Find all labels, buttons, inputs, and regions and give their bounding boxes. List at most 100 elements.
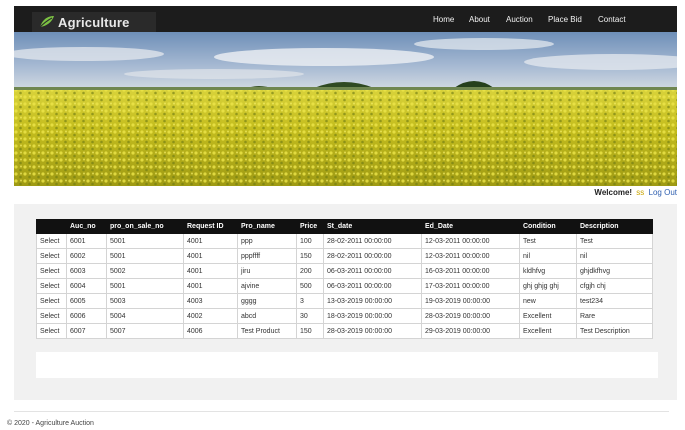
table-cell: 06-03-2011 00:00:00 <box>323 278 422 294</box>
table-cell: 6005 <box>66 293 107 309</box>
table-cell: 16-03-2011 00:00:00 <box>421 263 520 279</box>
table-cell: pppffff <box>237 248 297 264</box>
table-cell: 100 <box>296 233 324 249</box>
nav-place-bid[interactable]: Place Bid <box>548 15 582 24</box>
select-link[interactable]: Select <box>36 233 67 249</box>
select-link[interactable]: Select <box>36 278 67 294</box>
table-cell: 6001 <box>66 233 107 249</box>
nav-about[interactable]: About <box>469 15 490 24</box>
user-welcome: Welcome! ss Log Out <box>594 188 677 197</box>
nav-home[interactable]: Home <box>433 15 454 24</box>
table-cell: 5002 <box>106 263 184 279</box>
select-link[interactable]: Select <box>36 323 67 339</box>
leaf-icon <box>38 16 54 29</box>
select-link[interactable]: Select <box>36 308 67 324</box>
table-cell: 150 <box>296 323 324 339</box>
hero-banner <box>14 32 677 186</box>
table-cell: 5003 <box>106 293 184 309</box>
grid-footer-box <box>36 352 658 378</box>
table-row: Select 6002 5001 4001 pppffff 150 28-02-2011 0… <box>36 248 653 264</box>
table-cell: gggg <box>237 293 297 309</box>
table-cell: 28-02-2011 00:00:00 <box>323 233 422 249</box>
table-cell: Test <box>576 233 653 249</box>
rapeseed-field-image <box>14 32 677 186</box>
table-row: Select 6007 5007 4006 Test Product 150 28-03-2… <box>36 323 653 339</box>
table-cell: 17-03-2011 00:00:00 <box>421 278 520 294</box>
select-link[interactable]: Select <box>36 263 67 279</box>
table-cell: 4003 <box>183 293 238 309</box>
table-body: Select 6001 5001 4001 ppp 100 28-02-2011 00:00… <box>36 233 653 339</box>
table-cell: 4001 <box>183 263 238 279</box>
column-header: Auc_no <box>66 219 107 234</box>
table-cell: 5004 <box>106 308 184 324</box>
table-cell: Rare <box>576 308 653 324</box>
table-cell: 150 <box>296 248 324 264</box>
table-row: Select 6001 5001 4001 ppp 100 28-02-2011 00:00… <box>36 233 653 249</box>
table-cell: abcd <box>237 308 297 324</box>
table-cell: 500 <box>296 278 324 294</box>
column-header: Request ID <box>183 219 238 234</box>
username: ss <box>636 188 645 197</box>
table-cell: 5001 <box>106 233 184 249</box>
table-cell: Test <box>519 233 577 249</box>
table-cell: 3 <box>296 293 324 309</box>
table-cell: 28-03-2019 00:00:00 <box>323 323 422 339</box>
table-cell: nil <box>519 248 577 264</box>
table-cell: 6006 <box>66 308 107 324</box>
table-cell: 5001 <box>106 248 184 264</box>
logout-link[interactable]: Log Out <box>649 188 677 197</box>
table-row: Select 6005 5003 4003 gggg 3 13-03-2019 00:00:… <box>36 293 653 309</box>
table-cell: 6004 <box>66 278 107 294</box>
table-header-row: Auc_no pro_on_sale_no Request ID Pro_name Pr… <box>36 219 653 234</box>
table-cell: jiru <box>237 263 297 279</box>
column-header: Ed_Date <box>421 219 520 234</box>
nav-contact[interactable]: Contact <box>598 15 626 24</box>
table-cell: ppp <box>237 233 297 249</box>
table-cell: 4001 <box>183 233 238 249</box>
auction-table: Auc_no pro_on_sale_no Request ID Pro_name Pr… <box>36 219 653 339</box>
table-cell: Excellent <box>519 323 577 339</box>
column-header <box>36 219 67 234</box>
table-cell: 6002 <box>66 248 107 264</box>
column-header: Pro_name <box>237 219 297 234</box>
table-cell: 13-03-2019 00:00:00 <box>323 293 422 309</box>
brand-logo[interactable]: Agriculture <box>32 12 156 32</box>
table-cell: test234 <box>576 293 653 309</box>
table-cell: 18-03-2019 00:00:00 <box>323 308 422 324</box>
column-header: Condition <box>519 219 577 234</box>
table-cell: ajvine <box>237 278 297 294</box>
table-cell: 6003 <box>66 263 107 279</box>
table-cell: 4002 <box>183 308 238 324</box>
table-row: Select 6004 5001 4001 ajvine 500 06-03-2011 00… <box>36 278 653 294</box>
table-cell: 06-03-2011 00:00:00 <box>323 263 422 279</box>
table-cell: ghjdkfhvg <box>576 263 653 279</box>
welcome-label: Welcome! <box>594 188 633 197</box>
table-cell: kldhfvg <box>519 263 577 279</box>
auction-panel: Auc_no pro_on_sale_no Request ID Pro_name Pr… <box>14 204 677 400</box>
table-row: Select 6003 5002 4001 jiru 200 06-03-2011 00:0… <box>36 263 653 279</box>
table-cell: 19-03-2019 00:00:00 <box>421 293 520 309</box>
table-cell: 28-02-2011 00:00:00 <box>323 248 422 264</box>
brand-name: Agriculture <box>58 14 130 30</box>
table-cell: 12-03-2011 00:00:00 <box>421 248 520 264</box>
column-header: Description <box>576 219 653 234</box>
table-row: Select 6006 5004 4002 abcd 30 18-03-2019 00:00… <box>36 308 653 324</box>
table-cell: 28-03-2019 00:00:00 <box>421 308 520 324</box>
select-link[interactable]: Select <box>36 293 67 309</box>
column-header: pro_on_sale_no <box>106 219 184 234</box>
table-cell: 200 <box>296 263 324 279</box>
table-cell: 4001 <box>183 278 238 294</box>
table-cell: 5007 <box>106 323 184 339</box>
table-cell: Excellent <box>519 308 577 324</box>
table-cell: 30 <box>296 308 324 324</box>
select-link[interactable]: Select <box>36 248 67 264</box>
nav-auction[interactable]: Auction <box>506 15 533 24</box>
table-cell: Test Product <box>237 323 297 339</box>
table-cell: 29-03-2019 00:00:00 <box>421 323 520 339</box>
footer-divider <box>14 411 669 412</box>
table-cell: Test Description <box>576 323 653 339</box>
table-cell: 6007 <box>66 323 107 339</box>
footer-copyright: © 2020 - Agriculture Auction <box>7 420 94 427</box>
table-cell: 12-03-2011 00:00:00 <box>421 233 520 249</box>
table-cell: 4001 <box>183 248 238 264</box>
